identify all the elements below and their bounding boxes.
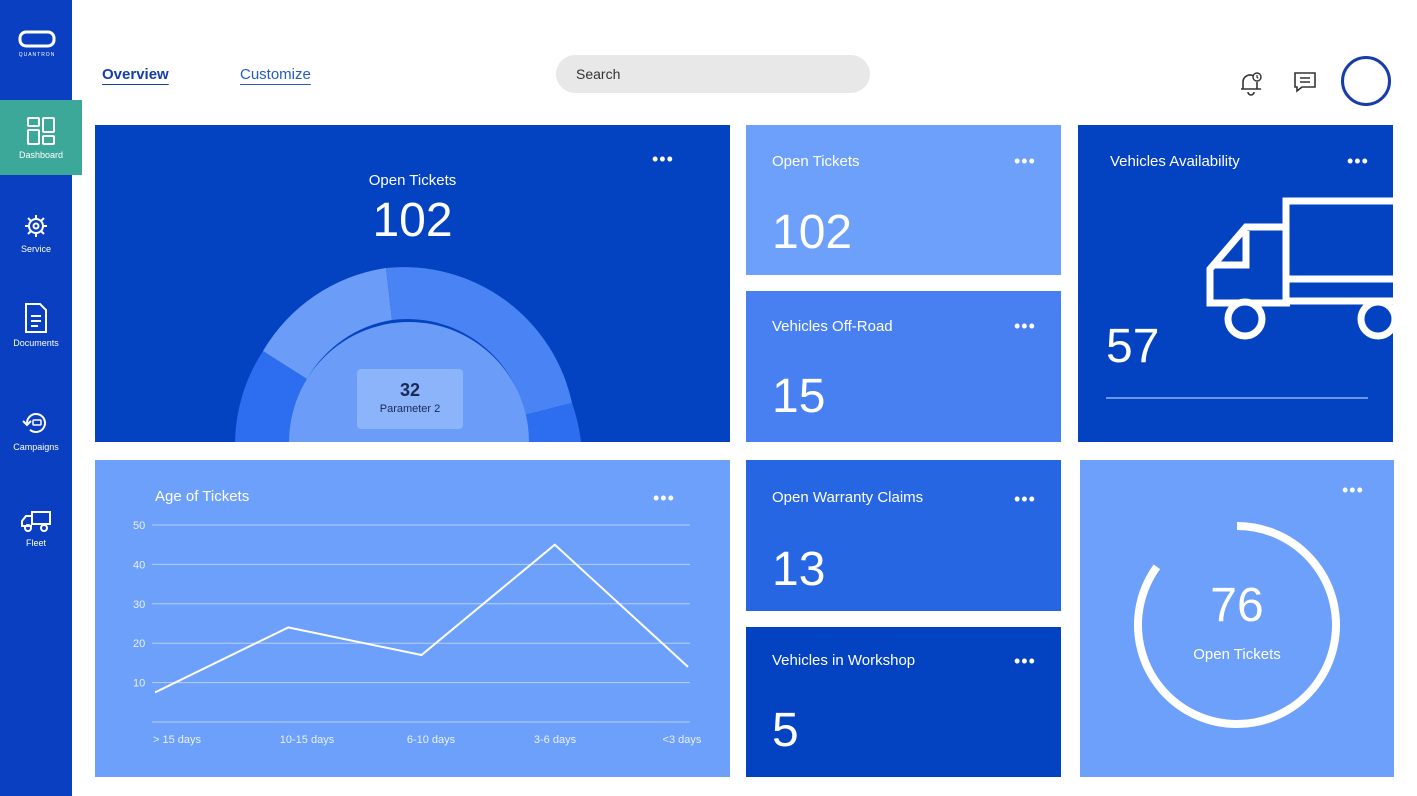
tab-customize[interactable]: Customize <box>240 66 311 83</box>
card-menu-button[interactable]: ••• <box>1014 652 1036 670</box>
sidebar-item-label: Campaigns <box>13 442 59 452</box>
open-tickets-donut-card: ••• Open Tickets 102 32 Parameter 2 <box>95 125 730 442</box>
sidebar: QUANTRON Dashboard Service Documents Cam… <box>0 0 82 796</box>
y-tick-label: 50 <box>133 520 145 532</box>
open-tickets-card: Open Tickets ••• 102 <box>746 125 1061 275</box>
x-tick-label: 10-15 days <box>280 734 335 746</box>
documents-icon <box>25 303 47 333</box>
card-value: 15 <box>772 370 826 423</box>
vehicles-off-road-card: Vehicles Off-Road ••• 15 <box>746 291 1061 442</box>
series-line <box>154 543 689 694</box>
open-tickets-ring-card: ••• 76 Open Tickets <box>1080 460 1394 777</box>
age-of-tickets-card: Age of Tickets ••• 10 20 30 40 50 > 15 days 10… <box>95 460 730 777</box>
sidebar-item-service[interactable]: Service <box>0 212 72 254</box>
notification-bell-icon[interactable] <box>1239 70 1263 96</box>
tooltip-value: 32 <box>399 380 421 400</box>
ring-label: Open Tickets <box>1193 646 1281 663</box>
campaigns-icon <box>22 413 46 433</box>
x-tick-label: 3-6 days <box>534 734 577 746</box>
card-menu-button[interactable]: ••• <box>1014 490 1036 508</box>
card-menu-button[interactable]: ••• <box>1014 317 1036 335</box>
avatar[interactable] <box>1341 56 1391 106</box>
sidebar-item-label: Fleet <box>25 538 46 548</box>
card-value: 5 <box>772 704 799 757</box>
card-value: 57 <box>1106 320 1160 373</box>
card-value: 13 <box>772 543 826 596</box>
y-tick-label: 30 <box>133 599 145 611</box>
y-tick-label: 10 <box>133 678 145 690</box>
x-tick-label: 6-10 days <box>407 734 456 746</box>
sidebar-item-documents[interactable]: Documents <box>0 302 72 348</box>
open-warranty-claims-card: Open Warranty Claims ••• 13 <box>746 460 1061 611</box>
header: Overview Customize <box>72 0 1417 120</box>
fleet-icon <box>21 511 51 532</box>
card-title: Vehicles in Workshop <box>772 652 916 669</box>
dashboard-icon <box>27 117 55 145</box>
divider <box>1106 397 1368 399</box>
search-input[interactable] <box>556 55 870 93</box>
card-menu-button[interactable]: ••• <box>1347 152 1369 170</box>
card-title: Open Tickets <box>772 153 860 170</box>
card-title: Vehicles Availability <box>1110 153 1240 170</box>
x-tick-label: <3 days <box>663 734 702 746</box>
y-tick-label: 20 <box>133 638 145 650</box>
card-value: 102 <box>772 206 853 259</box>
x-tick-label: > 15 days <box>153 734 202 746</box>
truck-icon <box>1206 197 1393 340</box>
logo-icon <box>18 30 56 48</box>
vehicles-in-workshop-card: Vehicles in Workshop ••• 5 <box>746 627 1061 777</box>
chart-tooltip: 32 Parameter 2 <box>357 369 463 429</box>
logo-text: QUANTRON <box>18 52 56 58</box>
card-menu-button[interactable]: ••• <box>1014 152 1036 170</box>
sidebar-item-label: Documents <box>13 338 59 348</box>
y-tick-label: 40 <box>133 559 145 571</box>
card-title: Vehicles Off-Road <box>772 318 893 335</box>
chat-icon[interactable] <box>1292 70 1318 94</box>
sidebar-item-fleet[interactable]: Fleet <box>0 508 72 548</box>
sidebar-item-dashboard[interactable]: Dashboard <box>0 100 82 175</box>
sidebar-item-label: Service <box>20 244 51 254</box>
tab-overview[interactable]: Overview <box>102 66 169 83</box>
ring-value: 76 <box>1210 579 1264 632</box>
service-icon <box>25 215 47 237</box>
tooltip-label: Parameter 2 <box>379 403 441 415</box>
card-title: Open Warranty Claims <box>772 489 924 506</box>
sidebar-item-campaigns[interactable]: Campaigns <box>0 408 72 452</box>
sidebar-item-label: Dashboard <box>18 150 64 160</box>
vehicles-availability-card: Vehicles Availability ••• 57 <box>1078 125 1393 442</box>
brand-logo[interactable]: QUANTRON <box>12 30 62 58</box>
line-chart: 10 20 30 40 50 > 15 days 10-15 days 6-10 days 3-… <box>133 520 702 746</box>
